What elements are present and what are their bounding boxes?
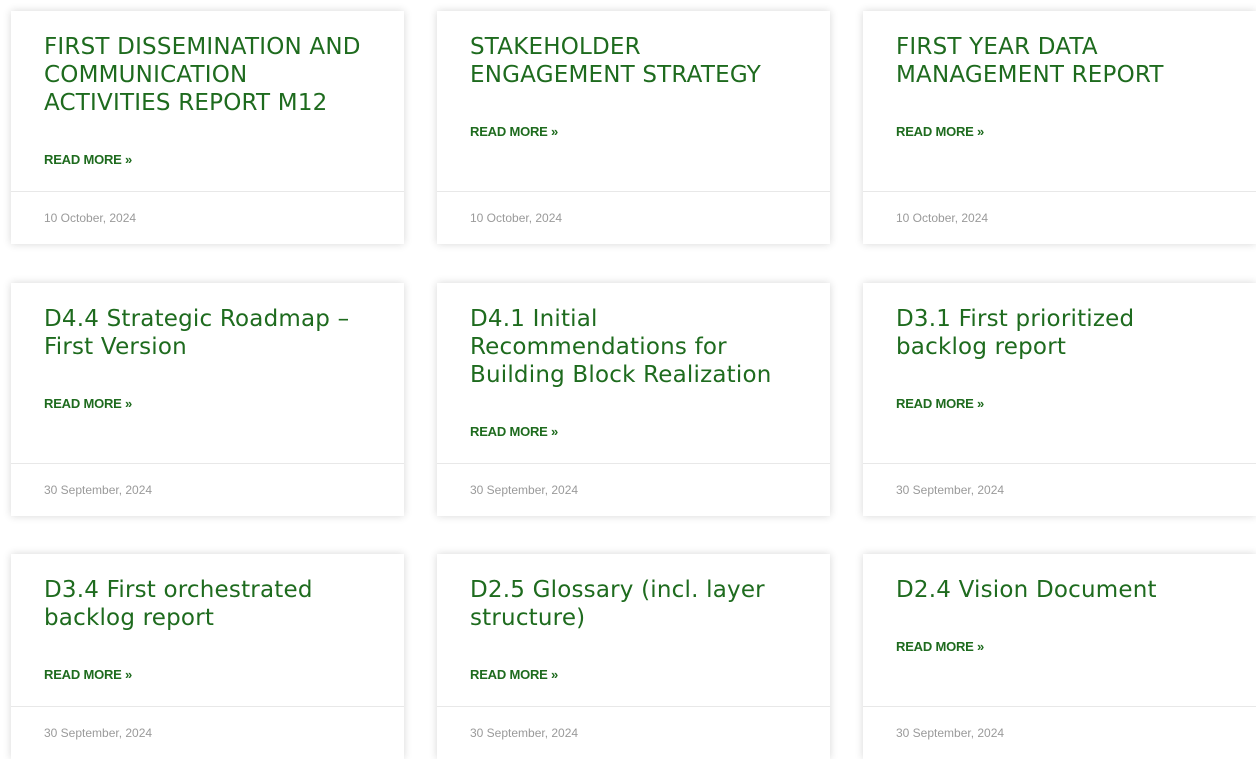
post-card: FIRST DISSEMINATION AND COMMUNICATION AC… — [11, 11, 404, 244]
post-meta: 30 September, 2024 — [863, 707, 1256, 759]
post-card: FIRST YEAR DATA MANAGEMENT REPORT READ M… — [863, 11, 1256, 244]
post-meta: 30 September, 2024 — [437, 707, 830, 759]
post-card: D3.1 First prioritized backlog report RE… — [863, 283, 1256, 516]
read-more-link[interactable]: READ MORE » — [470, 667, 558, 682]
post-title-link[interactable]: D2.4 Vision Document — [896, 577, 1157, 603]
post-title[interactable]: D4.4 Strategic Roadmap – First Version — [44, 305, 374, 361]
post-meta: 10 October, 2024 — [863, 192, 1256, 244]
post-meta: 10 October, 2024 — [11, 192, 404, 244]
post-title-link[interactable]: FIRST DISSEMINATION AND COMMUNICATION AC… — [44, 34, 361, 116]
post-title[interactable]: D3.4 First orchestrated backlog report — [44, 576, 344, 632]
post-title[interactable]: FIRST DISSEMINATION AND COMMUNICATION AC… — [44, 33, 364, 117]
post-date: 30 September, 2024 — [44, 483, 153, 497]
post-title[interactable]: D2.5 Glossary (incl. layer structure) — [470, 576, 790, 632]
post-card: D2.5 Glossary (incl. layer structure) RE… — [437, 554, 830, 759]
read-more-link[interactable]: READ MORE » — [44, 152, 132, 167]
post-title-link[interactable]: D4.4 Strategic Roadmap – First Version — [44, 306, 349, 360]
post-meta: 10 October, 2024 — [437, 192, 830, 244]
post-title-link[interactable]: D3.1 First prioritized backlog report — [896, 306, 1134, 360]
post-card: D2.4 Vision Document READ MORE » 30 Sept… — [863, 554, 1256, 759]
post-date: 30 September, 2024 — [44, 726, 153, 740]
post-title-link[interactable]: D4.1 Initial Recommendations for Buildin… — [470, 306, 772, 388]
read-more-link[interactable]: READ MORE » — [470, 424, 558, 439]
post-date: 30 September, 2024 — [896, 726, 1005, 740]
post-meta: 30 September, 2024 — [863, 464, 1256, 516]
post-title-link[interactable]: STAKEHOLDER ENGAGEMENT STRATEGY — [470, 34, 761, 88]
read-more-link[interactable]: READ MORE » — [896, 639, 984, 654]
read-more-link[interactable]: READ MORE » — [896, 124, 984, 139]
post-date: 10 October, 2024 — [896, 211, 989, 225]
post-card: D4.1 Initial Recommendations for Buildin… — [437, 283, 830, 516]
post-date: 10 October, 2024 — [470, 211, 563, 225]
post-title-link[interactable]: FIRST YEAR DATA MANAGEMENT REPORT — [896, 34, 1164, 88]
post-card: D4.4 Strategic Roadmap – First Version R… — [11, 283, 404, 516]
post-title-link[interactable]: D3.4 First orchestrated backlog report — [44, 577, 313, 631]
post-title-link[interactable]: D2.5 Glossary (incl. layer structure) — [470, 577, 765, 631]
read-more-link[interactable]: READ MORE » — [44, 396, 132, 411]
post-date: 30 September, 2024 — [470, 483, 579, 497]
read-more-link[interactable]: READ MORE » — [470, 124, 558, 139]
post-meta: 30 September, 2024 — [11, 464, 404, 516]
read-more-link[interactable]: READ MORE » — [44, 667, 132, 682]
post-title[interactable]: D2.4 Vision Document — [896, 576, 1236, 604]
read-more-link[interactable]: READ MORE » — [896, 396, 984, 411]
post-date: 30 September, 2024 — [896, 483, 1005, 497]
post-title[interactable]: STAKEHOLDER ENGAGEMENT STRATEGY — [470, 33, 800, 89]
post-title[interactable]: D3.1 First prioritized backlog report — [896, 305, 1196, 361]
post-meta: 30 September, 2024 — [437, 464, 830, 516]
post-date: 30 September, 2024 — [470, 726, 579, 740]
post-title[interactable]: FIRST YEAR DATA MANAGEMENT REPORT — [896, 33, 1226, 89]
post-date: 10 October, 2024 — [44, 211, 137, 225]
post-title[interactable]: D4.1 Initial Recommendations for Buildin… — [470, 305, 800, 389]
post-card: D3.4 First orchestrated backlog report R… — [11, 554, 404, 759]
post-meta: 30 September, 2024 — [11, 707, 404, 759]
post-card: STAKEHOLDER ENGAGEMENT STRATEGY READ MOR… — [437, 11, 830, 244]
